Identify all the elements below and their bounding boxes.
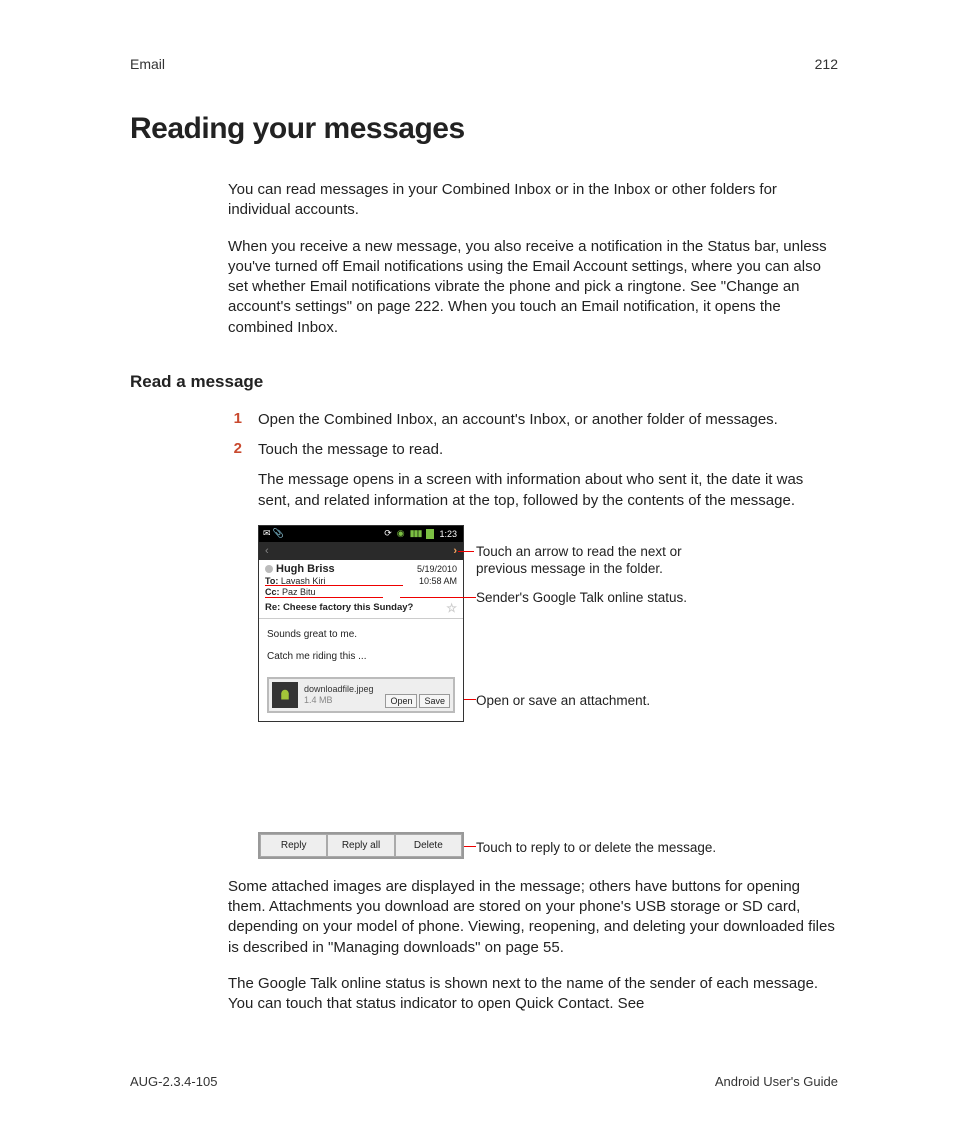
message-time: 10:58 AM	[419, 576, 457, 586]
reply-button[interactable]: Reply	[260, 834, 327, 857]
steps-list: 1 Open the Combined Inbox, an account's …	[228, 410, 838, 511]
cc-label: Cc:	[265, 587, 280, 597]
step-1-number: 1	[228, 410, 242, 430]
nav-row: ‹ ›	[259, 542, 463, 560]
subject-text: Re: Cheese factory this Sunday?	[265, 602, 413, 613]
sender-name: Hugh Briss	[276, 563, 335, 575]
page-title: Reading your messages	[130, 112, 838, 146]
next-arrow-icon[interactable]: ›	[453, 545, 457, 557]
prev-arrow-icon[interactable]: ‹	[265, 545, 269, 557]
after-paragraph-1: Some attached images are displayed in th…	[228, 877, 838, 958]
action-buttons-row: Reply Reply all Delete	[258, 832, 464, 859]
attach-icon-status: 📎	[273, 528, 284, 538]
message-body: Sounds great to me. Catch me riding this…	[259, 619, 463, 673]
cc-value: Paz Bitu	[282, 587, 316, 597]
message-date: 5/19/2010	[417, 564, 457, 574]
attachment-name: downloadfile.jpeg	[304, 684, 379, 695]
attachment-box: downloadfile.jpeg 1.4 MB Open Save	[267, 677, 455, 713]
status-time: 1:23	[439, 529, 457, 539]
footer-left: AUG-2.3.4-105	[130, 1074, 217, 1089]
body-line-2: Catch me riding this ...	[267, 649, 455, 665]
android-icon	[276, 686, 294, 704]
step-2: 2 Touch the message to read.	[228, 440, 838, 460]
callout-underline-2	[265, 597, 383, 598]
star-icon[interactable]: ☆	[446, 601, 457, 615]
header-section: Email	[130, 56, 165, 72]
subheading: Read a message	[130, 372, 838, 392]
intro-paragraph-1: You can read messages in your Combined I…	[228, 180, 838, 221]
intro-block: You can read messages in your Combined I…	[228, 180, 838, 338]
open-attachment-button[interactable]: Open	[385, 694, 417, 708]
step-2-text: Touch the message to read.	[258, 440, 838, 460]
callout-line-1	[458, 551, 474, 552]
after-paragraph-2: The Google Talk online status is shown n…	[228, 974, 838, 1015]
step-2-subtext: The message opens in a screen with infor…	[258, 470, 838, 511]
callout-2: Sender's Google Talk online status.	[476, 589, 687, 607]
attachment-size: 1.4 MB	[304, 695, 379, 706]
sync-icon: ⟳	[384, 528, 392, 539]
after-block: Some attached images are displayed in th…	[228, 877, 838, 1015]
save-attachment-button[interactable]: Save	[419, 694, 450, 708]
header-page-number: 212	[815, 56, 838, 72]
message-header: Hugh Briss 5/19/2010 To: Lavash Kiri 10:…	[259, 560, 463, 619]
running-footer: AUG-2.3.4-105 Android User's Guide	[130, 1074, 838, 1089]
body-line-1: Sounds great to me.	[267, 627, 455, 643]
delete-button[interactable]: Delete	[395, 834, 462, 857]
callout-line-2	[400, 597, 476, 598]
intro-paragraph-2: When you receive a new message, you also…	[228, 237, 838, 338]
callout-4: Touch to reply to or delete the message.	[476, 839, 716, 857]
signal-icon: ▮▮▮	[410, 528, 422, 539]
attachment-thumbnail	[272, 682, 298, 708]
callout-line-3	[464, 699, 476, 700]
step-1: 1 Open the Combined Inbox, an account's …	[228, 410, 838, 430]
step-1-text: Open the Combined Inbox, an account's In…	[258, 410, 838, 430]
footer-right: Android User's Guide	[715, 1074, 838, 1089]
callout-underline-1	[265, 585, 403, 586]
phone-screenshot: ✉📎 ⟳ ◉ ▮▮▮ 1:23 ‹ › Hugh Briss 5/19/2010	[258, 525, 464, 722]
presence-icon[interactable]	[265, 565, 273, 573]
callout-line-4	[464, 846, 476, 847]
battery-icon	[426, 529, 434, 539]
screenshot-area: ✉📎 ⟳ ◉ ▮▮▮ 1:23 ‹ › Hugh Briss 5/19/2010	[258, 525, 838, 859]
running-header: Email 212	[130, 56, 838, 72]
callout-1: Touch an arrow to read the next or previ…	[476, 543, 736, 578]
reply-all-button[interactable]: Reply all	[327, 834, 394, 857]
page: Email 212 Reading your messages You can …	[0, 0, 954, 1145]
status-bar: ✉📎 ⟳ ◉ ▮▮▮ 1:23	[259, 526, 463, 542]
step-2-number: 2	[228, 440, 242, 460]
mail-icon: ✉	[263, 528, 271, 538]
wifi-icon: ◉	[397, 528, 405, 539]
callout-3: Open or save an attachment.	[476, 692, 650, 710]
